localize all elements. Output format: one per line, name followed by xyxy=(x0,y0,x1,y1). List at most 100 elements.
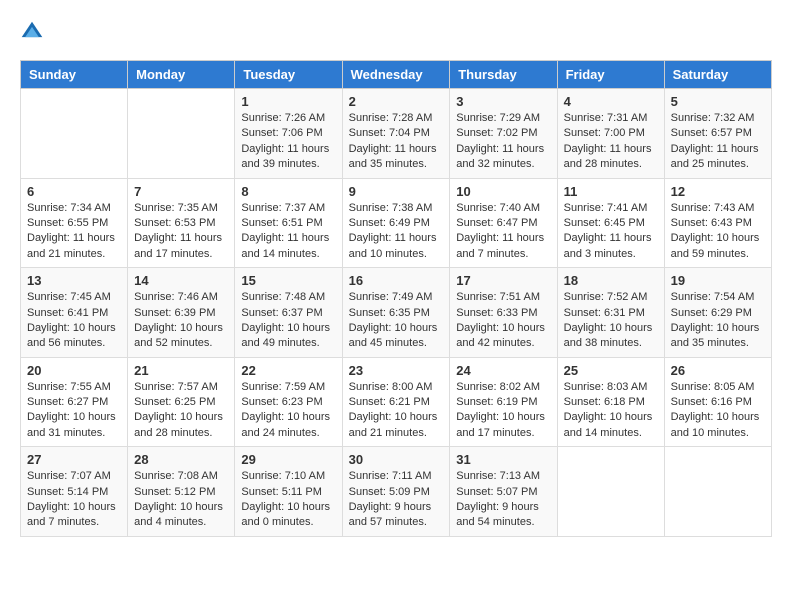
calendar-week-2: 6Sunrise: 7:34 AMSunset: 6:55 PMDaylight… xyxy=(21,178,772,268)
day-number: 27 xyxy=(27,452,121,467)
calendar-table: SundayMondayTuesdayWednesdayThursdayFrid… xyxy=(20,60,772,537)
calendar-cell: 2 Sunrise: 7:28 AMSunset: 7:04 PMDaylight… xyxy=(342,89,450,179)
calendar-cell: 9Sunrise: 7:38 AMSunset: 6:49 PMDaylight… xyxy=(342,178,450,268)
logo xyxy=(20,20,48,44)
cell-content: Sunrise: 8:05 AMSunset: 6:16 PMDaylight:… xyxy=(671,380,765,442)
cell-content: Sunrise: 7:41 AMSunset: 6:45 PMDaylight:… xyxy=(564,201,658,263)
cell-content: Sunrise: 7:48 AMSunset: 6:37 PMDaylight:… xyxy=(241,290,335,352)
calendar-cell: 4 Sunrise: 7:31 AMSunset: 7:00 PMDaylight… xyxy=(557,89,664,179)
calendar-cell xyxy=(664,447,771,537)
calendar-cell xyxy=(21,89,128,179)
cell-content: Sunrise: 7:45 AMSunset: 6:41 PMDaylight:… xyxy=(27,290,121,352)
calendar-week-1: 1 Sunrise: 7:26 AMSunset: 7:06 PMDaylight… xyxy=(21,89,772,179)
weekday-header-wednesday: Wednesday xyxy=(342,61,450,89)
calendar-cell: 31Sunrise: 7:13 AMSunset: 5:07 PMDayligh… xyxy=(450,447,557,537)
calendar-cell: 26 Sunrise: 8:05 AMSunset: 6:16 PMDayligh… xyxy=(664,357,771,447)
calendar-cell: 27 Sunrise: 7:07 AMSunset: 5:14 PMDayligh… xyxy=(21,447,128,537)
cell-content: Sunrise: 7:11 AMSunset: 5:09 PMDaylight:… xyxy=(349,469,444,531)
calendar-cell: 22 Sunrise: 7:59 AMSunset: 6:23 PMDayligh… xyxy=(235,357,342,447)
calendar-cell: 28Sunrise: 7:08 AMSunset: 5:12 PMDayligh… xyxy=(128,447,235,537)
cell-content: Sunrise: 7:34 AMSunset: 6:55 PMDaylight:… xyxy=(27,201,121,263)
calendar-cell: 10 Sunrise: 7:40 AMSunset: 6:47 PMDayligh… xyxy=(450,178,557,268)
cell-content: Sunrise: 7:10 AMSunset: 5:11 PMDaylight:… xyxy=(241,469,335,531)
cell-content: Sunrise: 8:00 AMSunset: 6:21 PMDaylight:… xyxy=(349,380,444,442)
calendar-body: 1 Sunrise: 7:26 AMSunset: 7:06 PMDaylight… xyxy=(21,89,772,537)
cell-content: Sunrise: 7:54 AMSunset: 6:29 PMDaylight:… xyxy=(671,290,765,352)
cell-content: Sunrise: 7:29 AMSunset: 7:02 PMDaylight:… xyxy=(456,111,550,173)
day-number: 26 xyxy=(671,363,765,378)
calendar-cell: 17 Sunrise: 7:51 AMSunset: 6:33 PMDayligh… xyxy=(450,268,557,358)
weekday-header-row: SundayMondayTuesdayWednesdayThursdayFrid… xyxy=(21,61,772,89)
day-number: 4 xyxy=(564,94,658,109)
weekday-header-thursday: Thursday xyxy=(450,61,557,89)
day-number: 24 xyxy=(456,363,550,378)
cell-content: Sunrise: 7:13 AMSunset: 5:07 PMDaylight:… xyxy=(456,469,550,531)
calendar-week-3: 13 Sunrise: 7:45 AMSunset: 6:41 PMDayligh… xyxy=(21,268,772,358)
cell-content: Sunrise: 7:26 AMSunset: 7:06 PMDaylight:… xyxy=(241,111,335,173)
day-number: 15 xyxy=(241,273,335,288)
cell-content: Sunrise: 7:43 AMSunset: 6:43 PMDaylight:… xyxy=(671,201,765,263)
calendar-header: SundayMondayTuesdayWednesdayThursdayFrid… xyxy=(21,61,772,89)
calendar-cell: 12 Sunrise: 7:43 AMSunset: 6:43 PMDayligh… xyxy=(664,178,771,268)
cell-content: Sunrise: 7:46 AMSunset: 6:39 PMDaylight:… xyxy=(134,290,228,352)
calendar-cell xyxy=(128,89,235,179)
day-number: 2 xyxy=(349,94,444,109)
calendar-cell: 1 Sunrise: 7:26 AMSunset: 7:06 PMDaylight… xyxy=(235,89,342,179)
calendar-cell: 23 Sunrise: 8:00 AMSunset: 6:21 PMDayligh… xyxy=(342,357,450,447)
calendar-cell: 6Sunrise: 7:34 AMSunset: 6:55 PMDaylight… xyxy=(21,178,128,268)
day-number: 22 xyxy=(241,363,335,378)
day-number: 25 xyxy=(564,363,658,378)
calendar-cell: 20 Sunrise: 7:55 AMSunset: 6:27 PMDayligh… xyxy=(21,357,128,447)
weekday-header-sunday: Sunday xyxy=(21,61,128,89)
day-number: 30 xyxy=(349,452,444,467)
cell-content: Sunrise: 7:35 AMSunset: 6:53 PMDaylight:… xyxy=(134,201,228,263)
cell-content: Sunrise: 7:08 AMSunset: 5:12 PMDaylight:… xyxy=(134,469,228,531)
cell-content: Sunrise: 7:31 AMSunset: 7:00 PMDaylight:… xyxy=(564,111,658,173)
cell-content: Sunrise: 7:51 AMSunset: 6:33 PMDaylight:… xyxy=(456,290,550,352)
cell-content: Sunrise: 7:55 AMSunset: 6:27 PMDaylight:… xyxy=(27,380,121,442)
day-number: 7 xyxy=(134,184,228,199)
calendar-cell: 8 Sunrise: 7:37 AMSunset: 6:51 PMDaylight… xyxy=(235,178,342,268)
day-number: 3 xyxy=(456,94,550,109)
cell-content: Sunrise: 7:59 AMSunset: 6:23 PMDaylight:… xyxy=(241,380,335,442)
day-number: 12 xyxy=(671,184,765,199)
cell-content: Sunrise: 7:40 AMSunset: 6:47 PMDaylight:… xyxy=(456,201,550,263)
day-number: 23 xyxy=(349,363,444,378)
day-number: 29 xyxy=(241,452,335,467)
calendar-week-5: 27 Sunrise: 7:07 AMSunset: 5:14 PMDayligh… xyxy=(21,447,772,537)
cell-content: Sunrise: 8:03 AMSunset: 6:18 PMDaylight:… xyxy=(564,380,658,442)
day-number: 19 xyxy=(671,273,765,288)
day-number: 14 xyxy=(134,273,228,288)
cell-content: Sunrise: 7:52 AMSunset: 6:31 PMDaylight:… xyxy=(564,290,658,352)
calendar-cell: 19 Sunrise: 7:54 AMSunset: 6:29 PMDayligh… xyxy=(664,268,771,358)
calendar-cell: 16Sunrise: 7:49 AMSunset: 6:35 PMDayligh… xyxy=(342,268,450,358)
weekday-header-monday: Monday xyxy=(128,61,235,89)
day-number: 1 xyxy=(241,94,335,109)
weekday-header-friday: Friday xyxy=(557,61,664,89)
page-header xyxy=(20,20,772,44)
calendar-cell: 11 Sunrise: 7:41 AMSunset: 6:45 PMDayligh… xyxy=(557,178,664,268)
cell-content: Sunrise: 7:28 AMSunset: 7:04 PMDaylight:… xyxy=(349,111,444,173)
logo-icon xyxy=(20,20,44,44)
cell-content: Sunrise: 7:07 AMSunset: 5:14 PMDaylight:… xyxy=(27,469,121,531)
day-number: 11 xyxy=(564,184,658,199)
calendar-cell: 18Sunrise: 7:52 AMSunset: 6:31 PMDayligh… xyxy=(557,268,664,358)
cell-content: Sunrise: 7:49 AMSunset: 6:35 PMDaylight:… xyxy=(349,290,444,352)
calendar-cell: 14 Sunrise: 7:46 AMSunset: 6:39 PMDayligh… xyxy=(128,268,235,358)
calendar-cell: 15 Sunrise: 7:48 AMSunset: 6:37 PMDayligh… xyxy=(235,268,342,358)
day-number: 20 xyxy=(27,363,121,378)
calendar-cell: 13 Sunrise: 7:45 AMSunset: 6:41 PMDayligh… xyxy=(21,268,128,358)
day-number: 10 xyxy=(456,184,550,199)
calendar-cell: 5Sunrise: 7:32 AMSunset: 6:57 PMDaylight… xyxy=(664,89,771,179)
calendar-cell: 3 Sunrise: 7:29 AMSunset: 7:02 PMDaylight… xyxy=(450,89,557,179)
day-number: 8 xyxy=(241,184,335,199)
calendar-cell: 24Sunrise: 8:02 AMSunset: 6:19 PMDayligh… xyxy=(450,357,557,447)
calendar-cell xyxy=(557,447,664,537)
day-number: 17 xyxy=(456,273,550,288)
day-number: 13 xyxy=(27,273,121,288)
calendar-cell: 29 Sunrise: 7:10 AMSunset: 5:11 PMDayligh… xyxy=(235,447,342,537)
cell-content: Sunrise: 7:37 AMSunset: 6:51 PMDaylight:… xyxy=(241,201,335,263)
day-number: 21 xyxy=(134,363,228,378)
weekday-header-saturday: Saturday xyxy=(664,61,771,89)
calendar-cell: 25 Sunrise: 8:03 AMSunset: 6:18 PMDayligh… xyxy=(557,357,664,447)
